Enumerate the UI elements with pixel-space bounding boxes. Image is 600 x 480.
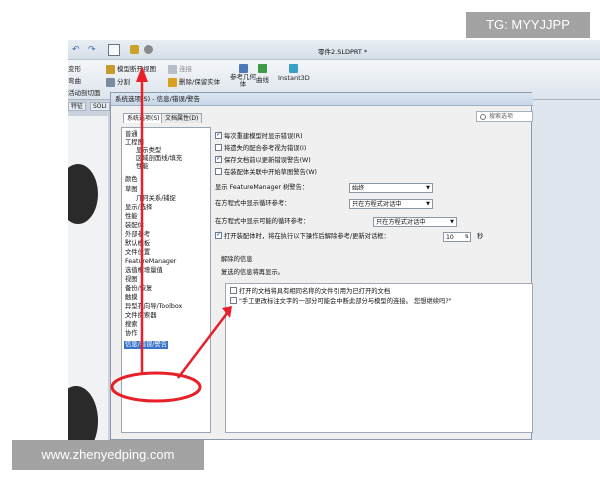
tree-item-featuremanager[interactable]: FeatureManager (125, 258, 176, 266)
instant3d-button[interactable]: Instant3D (278, 64, 310, 82)
chevron-down-icon: ▼ (426, 185, 430, 191)
tab-features[interactable]: 特征 (68, 102, 87, 111)
system-options-dialog: 系统选项(S) - 信息/错误/警告 系统选项(S) 文档属性(D) 搜索选项 … (110, 92, 533, 440)
document-title: 零件2.SLDPRT * (318, 48, 368, 56)
delete-keep-body-button[interactable]: 删除/保留实体 (168, 76, 220, 87)
dismissed-hint: 复选的信息将再显示。 (221, 269, 284, 276)
tree-item-touch[interactable]: 触摸 (125, 294, 138, 302)
tree-item-display-selection[interactable]: 显示/选择 (125, 204, 152, 212)
tree-item-file-explorer[interactable]: 文件探索器 (125, 312, 156, 320)
ribbon-variation[interactable]: 变形 (68, 63, 81, 73)
search-options-input[interactable]: 搜索选项 (476, 111, 533, 122)
dismissed-item[interactable]: "手工更改标注文字的一部分可能会中断此部分与模型的连接。 您想继续吗?" (230, 297, 452, 306)
dismiss-seconds-input[interactable]: 10 ⇅ (443, 232, 471, 242)
split-button[interactable]: 分割 (106, 76, 130, 87)
tree-item-external-references[interactable]: 外部参考 (125, 231, 150, 239)
tree-item-performance[interactable]: 性能 (125, 213, 138, 221)
tree-item-file-locations[interactable]: 文件位置 (125, 249, 150, 257)
title-bar: ↶ ↷ 零件2.SLDPRT * (68, 40, 600, 60)
dialog-title: 系统选项(S) - 信息/错误/警告 (111, 93, 533, 106)
checkbox-sketch-warning[interactable] (215, 168, 222, 175)
tree-item-search[interactable]: 搜索 (125, 321, 138, 329)
tab-system-options[interactable]: 系统选项(S) (123, 113, 164, 123)
tree-item-general[interactable]: 普通 (125, 131, 138, 139)
tree-item-display-style[interactable]: 显示类型 (136, 147, 161, 155)
fm-warning-select[interactable]: 始终 ▼ (349, 183, 433, 193)
select-icon[interactable] (108, 44, 120, 56)
reference-geometry-icon (238, 64, 248, 73)
watermark-bottom-left: www.zhenyedping.com (12, 440, 204, 470)
option-dismiss-reference-dialog[interactable]: 打开装配体时，将在执行以下操作后解除参考/更新对话框： (215, 230, 390, 241)
dismissed-group-title: 解除的信息 (221, 256, 253, 263)
break-view-icon (106, 64, 115, 74)
tab-solidworks[interactable]: SOLI (90, 102, 110, 111)
tree-item-collaboration[interactable]: 协作 (125, 330, 138, 338)
model-break-view-button[interactable]: 模型断开视图 (106, 63, 156, 74)
tree-item-view[interactable]: 视图 (125, 276, 138, 284)
options-icon[interactable] (144, 45, 153, 54)
option-show-errors-every-rebuild[interactable]: 每次重建模型时显示错误(R) (215, 130, 303, 141)
checkbox-dismiss-dialog[interactable] (215, 230, 222, 239)
delete-body-icon (168, 77, 177, 87)
tree-item-drawings[interactable]: 工程图 (125, 139, 144, 147)
tree-item-messages-errors-warnings[interactable]: 信息/错误/警告 (124, 341, 169, 349)
tree-item-colors[interactable]: 颜色 (125, 176, 138, 184)
watermark-top-right: TG: MYYJJPP (466, 12, 590, 38)
circular-reference-label: 在方程式中显示循环参考： (215, 200, 291, 207)
reference-geometry-button[interactable]: 参考几何体 (230, 64, 256, 88)
ribbon-bend[interactable]: 弯曲 (68, 75, 81, 85)
checkbox-show-errors[interactable] (215, 130, 222, 139)
tree-item-spin-box-increments[interactable]: 选值框增量值 (125, 267, 163, 275)
options-tree: 普通 工程图 显示类型 区域剖面线/填充 性能 颜色 草图 几何关系/捕捉 显示… (121, 127, 211, 433)
tree-item-drawings-performance[interactable]: 性能 (136, 163, 149, 171)
option-update-warnings-before-save[interactable]: 保存文档前以更新错误警告(W) (215, 154, 311, 165)
part-shape-bottom (68, 386, 98, 440)
connect-button[interactable]: 连接 (168, 63, 192, 74)
option-missing-mate-references[interactable]: 将遗失的配合参考视为错误(I) (215, 144, 306, 153)
chevron-down-icon: ▼ (450, 219, 454, 225)
instant3d-icon (289, 64, 299, 73)
search-icon (480, 114, 486, 120)
dismissed-item[interactable]: 打开的文档将具有相同名称的文件引用为已打开的文档 (230, 287, 390, 296)
tree-item-area-hatch[interactable]: 区域剖面线/填充 (136, 155, 182, 163)
undo-icon[interactable]: ↶ (72, 45, 80, 55)
rebuild-icon[interactable] (130, 45, 139, 54)
part-shape-top (68, 164, 98, 224)
tree-item-default-templates[interactable]: 默认模板 (125, 240, 150, 248)
tree-item-assemblies[interactable]: 装配体 (125, 222, 144, 230)
tree-item-hole-wizard-toolbox[interactable]: 异型孔向导/Toolbox (125, 303, 182, 311)
checkbox-dismissed-2[interactable] (230, 297, 237, 304)
circular-reference-select[interactable]: 只在方程式对话中 ▼ (349, 199, 433, 209)
checkbox-dismissed-1[interactable] (230, 287, 237, 294)
tab-document-properties[interactable]: 文档属性(D) (161, 113, 203, 123)
curve-icon (258, 64, 267, 73)
ribbon-live-section[interactable]: 活动剖切面 (68, 87, 101, 97)
chevron-down-icon: ▼ (426, 201, 430, 207)
fm-warning-label: 显示 FeatureManager 树警告： (215, 184, 309, 191)
option-sketch-in-assembly-warning[interactable]: 在装配体关联中开始草图警告(W) (215, 168, 317, 177)
curve-button[interactable]: 曲线 (256, 64, 269, 84)
search-placeholder: 搜索选项 (489, 113, 514, 120)
checkbox-update-warnings[interactable] (215, 154, 222, 163)
possible-circular-reference-label: 在方程式中显示可能的循环参考： (215, 218, 310, 225)
connect-icon (168, 64, 177, 74)
split-icon (106, 77, 115, 87)
possible-circular-reference-select[interactable]: 只在方程式对话中 ▼ (373, 217, 457, 227)
tree-item-relations-snaps[interactable]: 几何关系/捕捉 (136, 195, 176, 203)
dismiss-unit: 秒 (477, 233, 484, 240)
tree-item-backup-recover[interactable]: 备份/恢复 (125, 285, 152, 293)
checkbox-missing-mates[interactable] (215, 144, 222, 151)
graphics-area[interactable] (68, 116, 108, 440)
spinner-icon[interactable]: ⇅ (465, 233, 469, 242)
tree-item-sketch[interactable]: 草图 (125, 186, 138, 194)
redo-icon[interactable]: ↷ (88, 45, 96, 55)
dismissed-messages-list: 打开的文档将具有相同名称的文件引用为已打开的文档 "手工更改标注文字的一部分可能… (225, 283, 533, 433)
